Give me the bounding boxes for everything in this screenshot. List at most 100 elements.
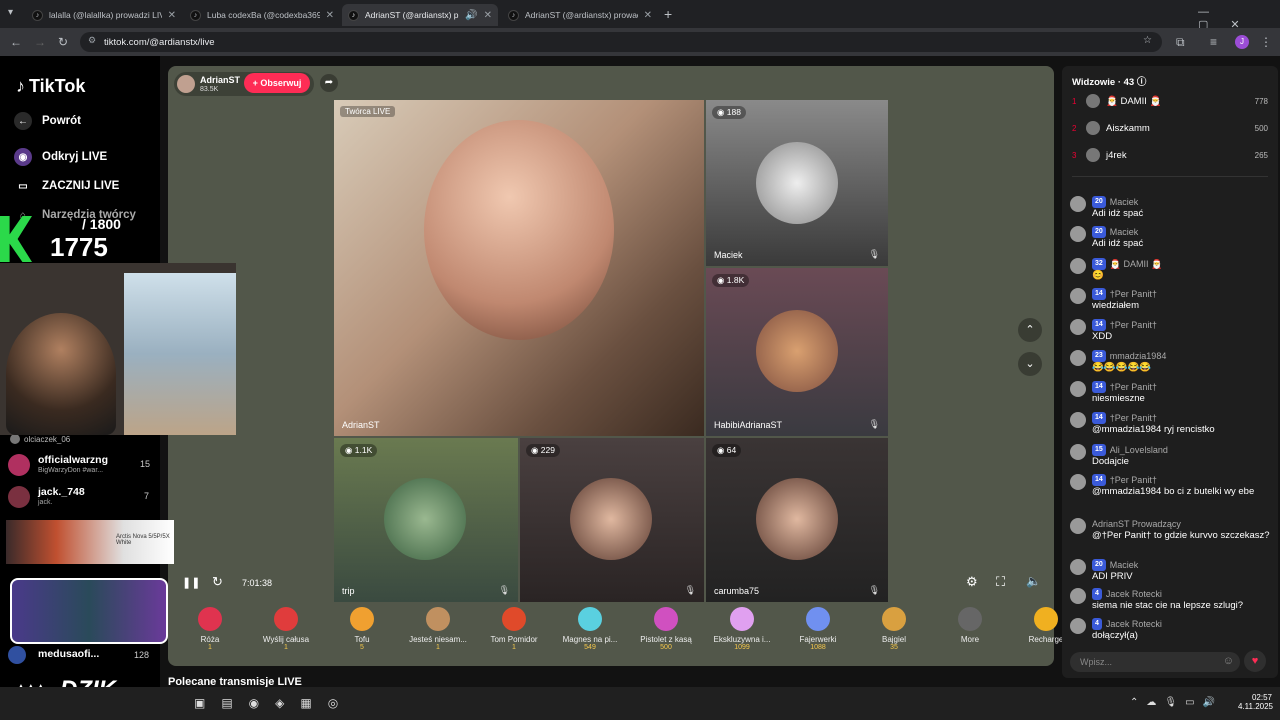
share-icon[interactable]: ➦ [320, 74, 338, 92]
top-viewer[interactable]: 2 Aiszkamm 500 [1072, 121, 1268, 135]
gift-item[interactable]: Róża 1 [175, 607, 245, 651]
refresh-icon[interactable]: ↻ [212, 574, 223, 590]
chat-username[interactable]: Maciek [1110, 196, 1139, 208]
avatar[interactable] [1070, 350, 1086, 366]
emoji-icon[interactable]: ☺ [1223, 655, 1234, 667]
sidebar-account[interactable]: jack._748 jack. 7 [8, 484, 158, 510]
browser-tab[interactable]: ♪ lalalla (@lalallka) prowadzi LIVE ✕ [26, 4, 182, 26]
avatar[interactable] [1070, 196, 1086, 212]
pause-icon[interactable]: ❚❚ [182, 576, 200, 589]
sidebar-account[interactable]: officialwarzng BigWarzyDon #war... 15 [8, 452, 158, 478]
chat-username[interactable]: Maciek [1110, 226, 1139, 238]
browser-tab[interactable]: ♪AdrianST (@ardianstx) prowadz...✕ [502, 4, 658, 26]
chat-input[interactable]: Wpisz... ☺ [1070, 652, 1240, 672]
avatar[interactable] [1070, 381, 1086, 397]
forward-arrow-icon[interactable]: → [34, 34, 46, 50]
volume-icon[interactable]: 🔈 [1026, 574, 1041, 588]
menu-kebab-icon[interactable]: ⋮ [1260, 34, 1272, 50]
gift-item[interactable]: Magnes na pi... 549 [555, 607, 625, 651]
site-info-icon[interactable]: ⚙ [88, 35, 96, 46]
gift-item[interactable]: Wyślij całusa 1 [251, 607, 321, 651]
viewers-header[interactable]: Widzowie · 43 ⓘ [1072, 74, 1146, 88]
chat-username[interactable]: †Per Panit† [1110, 412, 1157, 424]
avatar[interactable] [1070, 618, 1086, 634]
follow-button[interactable]: + Obserwuj [244, 73, 310, 93]
avatar[interactable] [1070, 288, 1086, 304]
chat-username[interactable]: Maciek [1110, 559, 1139, 571]
chat-username[interactable]: †Per Panit† [1110, 319, 1157, 331]
avatar[interactable] [1070, 258, 1086, 274]
live-stream-player[interactable]: AdrianST 83.5K + Obserwuj ➦ Twórca LIVE … [168, 66, 1054, 666]
tile-name: trip [342, 586, 355, 596]
top-viewer[interactable]: 3 j4rek 265 [1072, 148, 1268, 162]
next-stream-button[interactable]: ⌄ [1018, 352, 1042, 376]
ad-banner[interactable]: Arctis Nova 5/5P/5X White [6, 520, 174, 564]
url-input[interactable]: ⚙ tiktok.com/@ardianstx/live ☆ [80, 32, 1162, 52]
gift-item[interactable]: Bajgiel 35 [859, 607, 929, 651]
fullscreen-icon[interactable]: ⛶ [996, 574, 1005, 590]
chat-username[interactable]: 🎅 DAMII 🎅 [1110, 258, 1162, 270]
avatar[interactable] [1070, 588, 1086, 604]
chat-username[interactable]: †Per Panit† [1110, 288, 1157, 300]
close-icon[interactable]: ✕ [484, 10, 492, 21]
avatar[interactable] [1070, 319, 1086, 335]
video-tile-guest[interactable]: ◉ 229 🎙 [520, 438, 704, 602]
gift-item[interactable]: Fajerwerki 1088 [783, 607, 853, 651]
avatar[interactable] [1070, 444, 1086, 460]
sidebar-account[interactable]: olciaczek_06 [10, 434, 70, 444]
new-tab-button[interactable]: + [664, 6, 672, 22]
system-tray-icons[interactable]: ⌃☁🎙▭🔊 [1130, 697, 1223, 708]
browser-tab-active[interactable]: ♪AdrianST (@ardianstx) prow...🔊✕ [342, 4, 498, 26]
chat-username[interactable]: mmadzia1984 [1110, 350, 1167, 362]
chat-message: 4 Jacek Rotecki dołączył(a) [1070, 618, 1270, 642]
sidebar-account[interactable]: medusaofi... 128 [8, 646, 158, 666]
extensions-icon[interactable]: ⧉ [1176, 34, 1185, 50]
host-video [424, 120, 614, 340]
gift-item[interactable]: Tom Pomidor 1 [479, 607, 549, 651]
reload-icon[interactable]: ↻ [58, 34, 68, 50]
sidebar-item-start-live[interactable]: ▭ ZACZNIJ LIVE [14, 177, 119, 195]
chat-username[interactable]: AdrianST Prowadzący [1092, 518, 1181, 530]
gift-item[interactable]: Tofu 5 [327, 607, 397, 651]
avatar[interactable] [1070, 518, 1086, 534]
chat-text: 😂😂😂😂😂 [1092, 362, 1152, 373]
chat-username[interactable]: †Per Panit† [1110, 474, 1157, 486]
tiktok-logo[interactable]: ♪ TikTok [16, 76, 85, 97]
top-viewer[interactable]: 1 🎅 DAMII 🎅 778 [1072, 94, 1268, 108]
taskbar-apps[interactable]: ▣▤◉◈▦◎ [194, 696, 354, 710]
close-icon[interactable]: ✕ [168, 10, 176, 21]
gift-item[interactable]: Ekskluzywna i... 1099 [707, 607, 777, 651]
like-heart-button[interactable]: ♥ [1244, 650, 1266, 672]
back-arrow-icon[interactable]: ← [10, 34, 22, 50]
chat-username[interactable]: Jacek Rotecki [1106, 618, 1162, 630]
mic-off-icon: 🎙 [868, 419, 880, 429]
more-gifts-button[interactable]: More [935, 607, 1005, 644]
profile-avatar[interactable]: J [1235, 35, 1249, 49]
avatar[interactable] [1070, 226, 1086, 242]
video-tile-guest[interactable]: ◉ 188 Maciek 🎙 [706, 100, 888, 266]
avatar[interactable] [1070, 474, 1086, 490]
previous-stream-button[interactable]: ⌃ [1018, 318, 1042, 342]
close-icon[interactable]: ✕ [326, 10, 334, 21]
chat-username[interactable]: Ali_Lovelsland [1110, 444, 1168, 456]
browser-tab[interactable]: ♪Luba codexBa (@codexba369) ...✕ [184, 4, 340, 26]
gift-item[interactable]: Jesteś niesam... 1 [403, 607, 473, 651]
chat-message: 15 Ali_Lovelsland Dodajcie [1070, 444, 1270, 468]
avatar[interactable] [1070, 559, 1086, 575]
tab-search-icon[interactable]: ▾ [8, 7, 13, 18]
gift-item[interactable]: Pistolet z kasą 500 [631, 607, 701, 651]
sidebar-item-discover-live[interactable]: ◉ Odkryj LIVE [14, 148, 107, 166]
taskbar: ▣▤◉◈▦◎ ⌃☁🎙▭🔊 02:57 4.11.2025 [0, 687, 1280, 720]
video-tile-guest[interactable]: ◉ 64 carumba75 🎙 [706, 438, 888, 602]
settings-gear-icon[interactable]: ⚙ [966, 574, 978, 590]
bookmark-star-icon[interactable]: ☆ [1143, 35, 1152, 46]
chat-username[interactable]: Jacek Rotecki [1106, 588, 1162, 600]
avatar[interactable] [1070, 412, 1086, 428]
close-icon[interactable]: ✕ [644, 10, 652, 21]
chat-username[interactable]: †Per Panit† [1110, 381, 1157, 393]
media-icon[interactable]: ≡ [1210, 34, 1217, 50]
video-tile-host[interactable]: Twórca LIVE AdrianST [334, 100, 704, 436]
video-tile-guest[interactable]: ◉ 1.8K HabibiAdrianaST 🎙 [706, 268, 888, 436]
video-tile-guest[interactable]: ◉ 1.1K trip 🎙 [334, 438, 518, 602]
back-button[interactable]: ← Powrót [14, 112, 81, 130]
